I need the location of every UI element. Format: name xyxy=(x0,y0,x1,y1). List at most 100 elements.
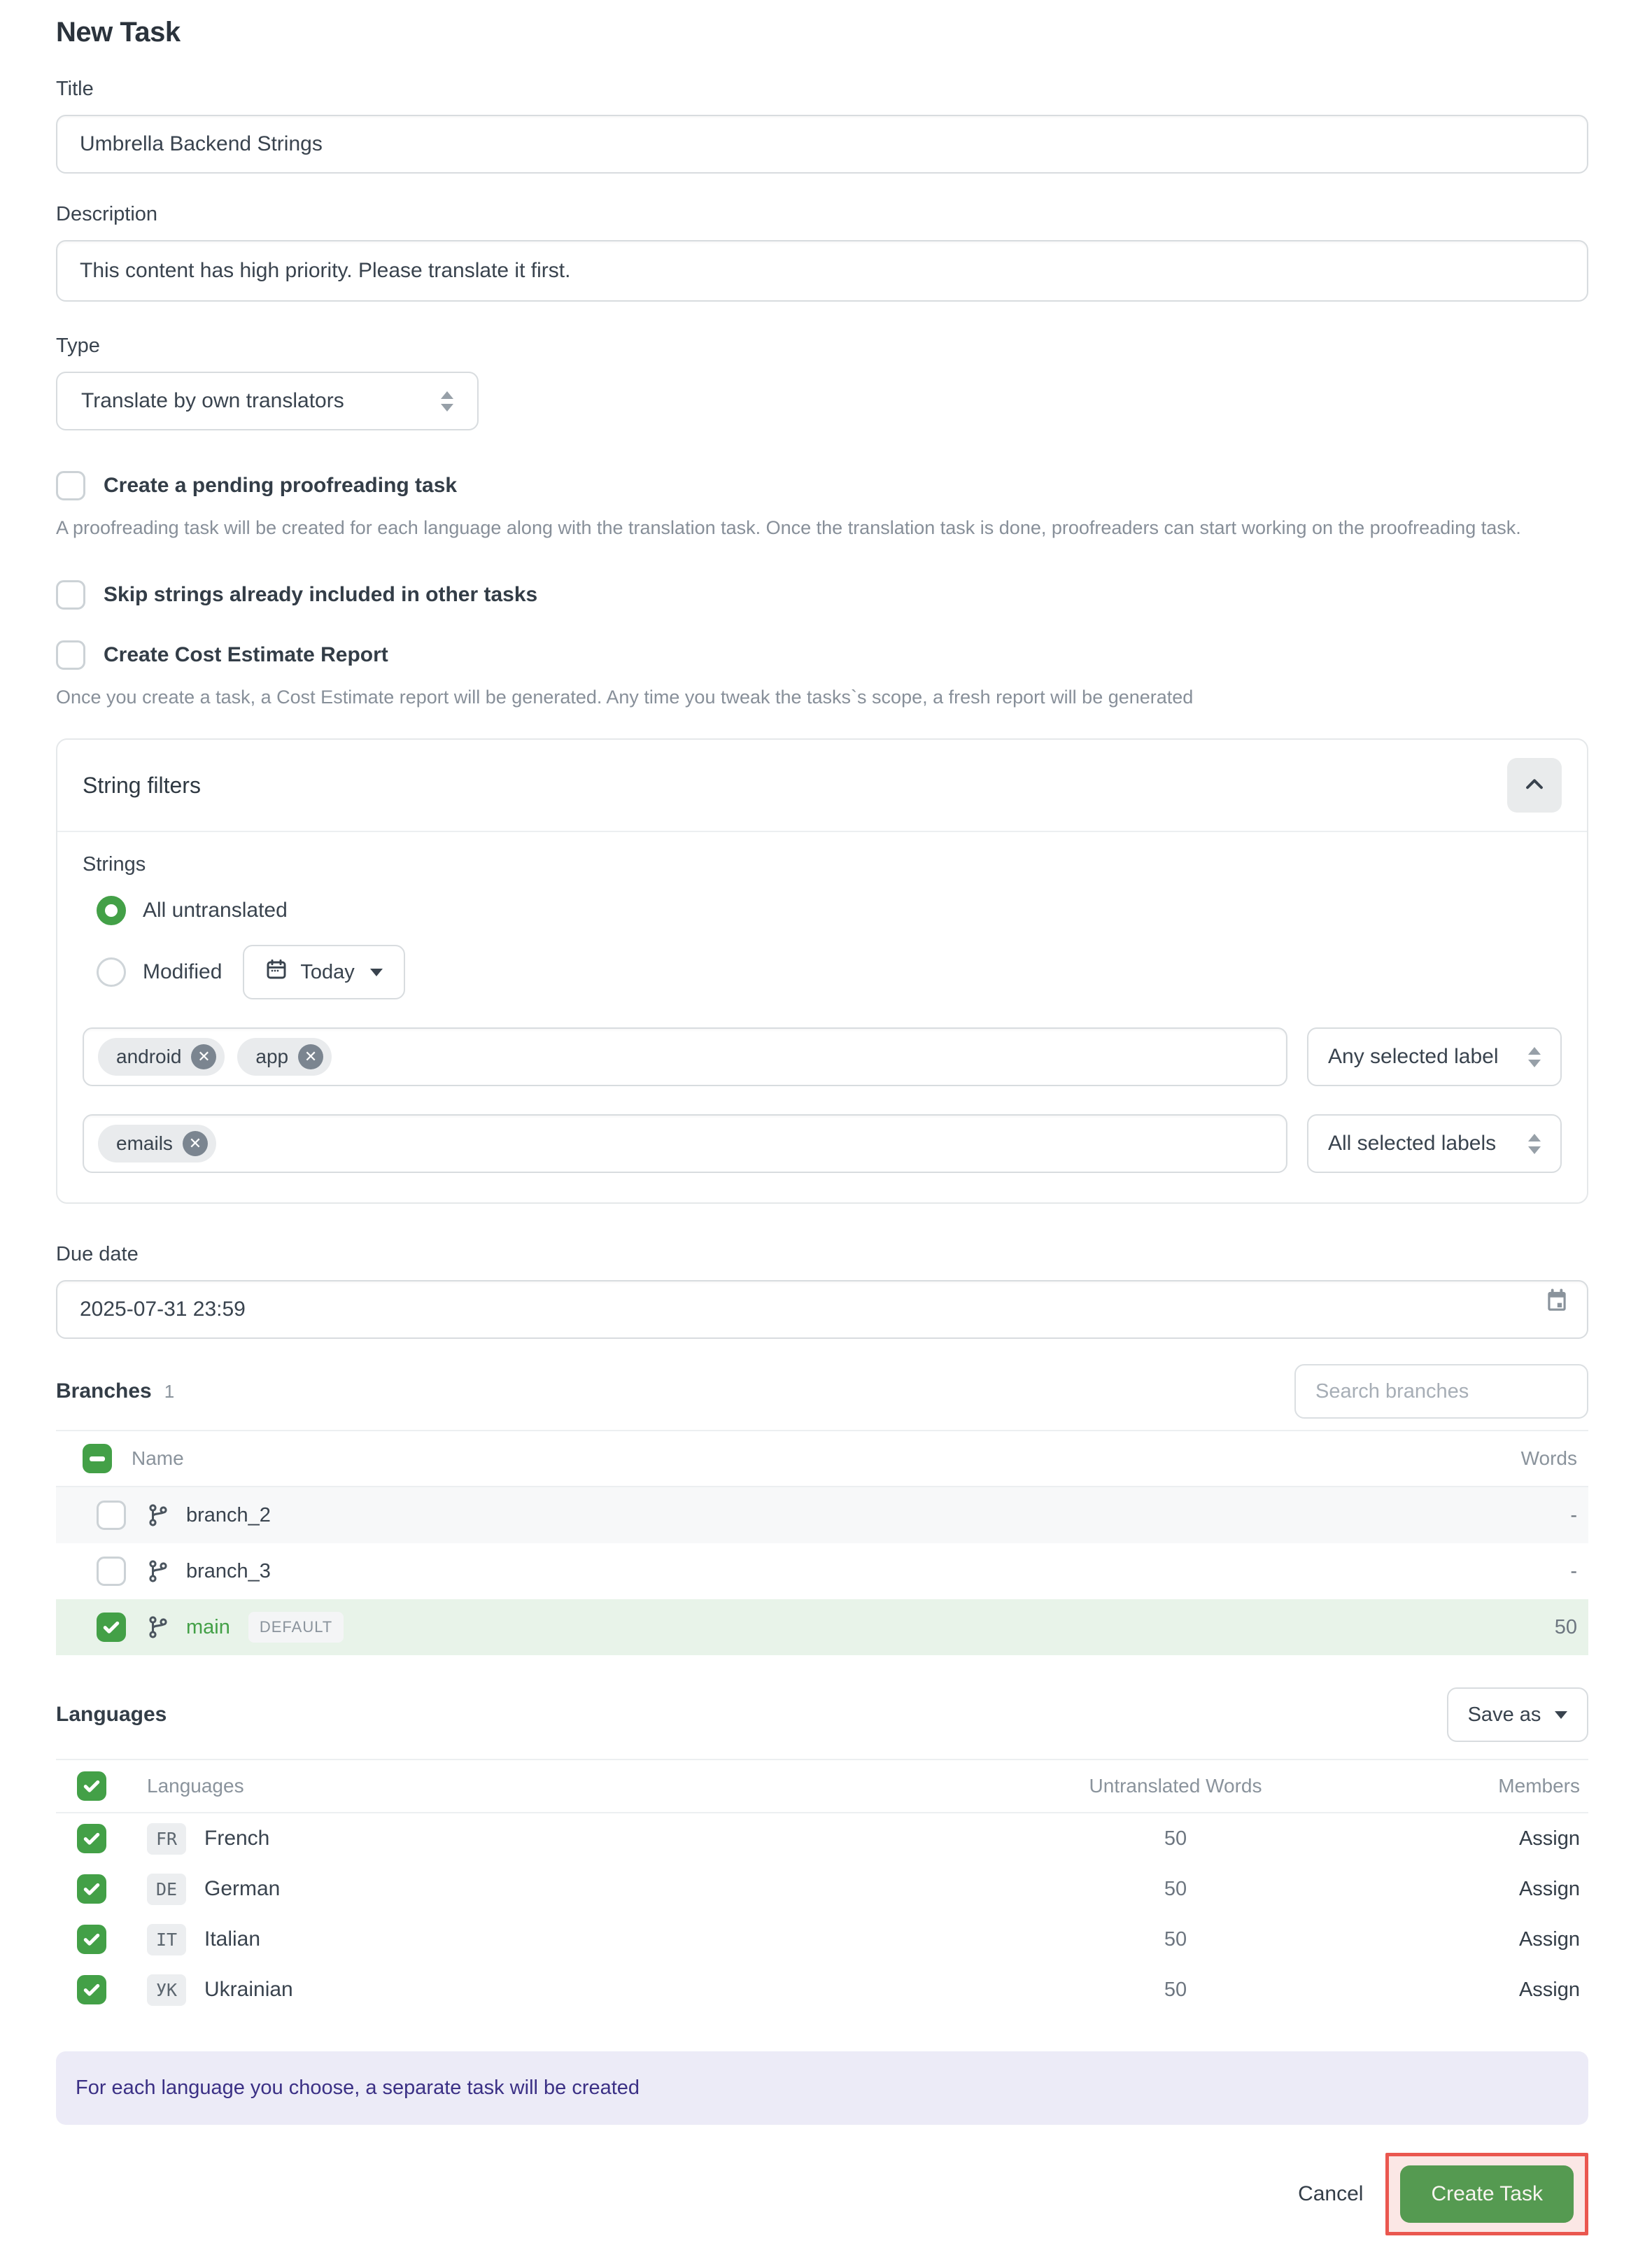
tag-label: emails xyxy=(116,1132,173,1155)
branch-name: main xyxy=(186,1616,230,1639)
branch-checkbox[interactable] xyxy=(97,1557,126,1586)
proofreading-checkbox[interactable] xyxy=(56,471,85,500)
assign-link[interactable]: Assign xyxy=(1519,1878,1580,1900)
due-date-wrap xyxy=(56,1266,1588,1339)
label-filter-input-2[interactable]: emails ✕ xyxy=(83,1114,1287,1173)
branch-row-left: branch_3 xyxy=(56,1557,1434,1586)
create-task-button[interactable]: Create Task xyxy=(1400,2165,1574,2223)
language-code-badge: УК xyxy=(147,1974,186,2006)
label-mode-select-2[interactable]: All selected labels xyxy=(1307,1114,1562,1173)
branches-search-input[interactable] xyxy=(1294,1364,1588,1419)
branches-select-all-checkbox[interactable] xyxy=(83,1444,112,1473)
calendar-icon xyxy=(265,958,288,986)
language-name: Italian xyxy=(204,1927,260,1951)
default-branch-badge: DEFAULT xyxy=(248,1612,344,1643)
description-input[interactable]: This content has high priority. Please t… xyxy=(56,240,1588,302)
languages-title: Languages xyxy=(56,1703,167,1727)
close-icon[interactable]: ✕ xyxy=(183,1131,208,1156)
branches-name-column: Name xyxy=(132,1447,184,1470)
cost-estimate-checkbox[interactable] xyxy=(56,640,85,670)
cancel-button[interactable]: Cancel xyxy=(1298,2182,1363,2206)
git-branch-icon xyxy=(146,1559,171,1584)
footer-actions: Cancel Create Task xyxy=(56,2153,1588,2235)
label-filter-row-2: emails ✕ All selected labels xyxy=(83,1114,1562,1173)
branch-name: branch_3 xyxy=(186,1560,271,1583)
assign-link[interactable]: Assign xyxy=(1519,1928,1580,1951)
language-code-badge: DE xyxy=(147,1874,186,1905)
all-untranslated-radio[interactable] xyxy=(97,896,126,925)
language-row: IT Italian 50 Assign xyxy=(56,1914,1588,1965)
all-untranslated-label: All untranslated xyxy=(143,899,288,922)
close-icon[interactable]: ✕ xyxy=(298,1044,323,1069)
branch-row: branch_3 - xyxy=(56,1543,1588,1599)
language-checkbox[interactable] xyxy=(77,1975,106,2004)
type-select-value: Translate by own translators xyxy=(81,389,344,413)
all-untranslated-radio-row: All untranslated xyxy=(97,896,1562,925)
tag-pill: emails ✕ xyxy=(98,1125,216,1162)
save-as-label: Save as xyxy=(1468,1703,1541,1727)
due-date-input[interactable] xyxy=(56,1280,1588,1339)
members-column: Members xyxy=(1371,1775,1588,1797)
modified-radio[interactable] xyxy=(97,957,126,987)
language-name: German xyxy=(204,1877,280,1901)
language-code-badge: FR xyxy=(147,1823,186,1855)
new-task-form: New Task Title Description This content … xyxy=(0,0,1652,2235)
string-filters-body: Strings All untranslated Modified Today xyxy=(57,831,1587,1202)
branch-checkbox[interactable] xyxy=(97,1501,126,1530)
collapse-panel-button[interactable] xyxy=(1507,758,1562,813)
branches-title-wrap: Branches 1 xyxy=(56,1379,174,1403)
languages-table-header: Languages Untranslated Words Members xyxy=(56,1760,1588,1813)
branch-row-left: main DEFAULT xyxy=(56,1612,1434,1643)
close-icon[interactable]: ✕ xyxy=(191,1044,216,1069)
branch-checkbox[interactable] xyxy=(97,1613,126,1642)
language-name: French xyxy=(204,1827,269,1850)
tag-pill: app ✕ xyxy=(237,1038,332,1076)
skip-strings-checkbox-label: Skip strings already included in other t… xyxy=(104,583,537,607)
language-checkbox[interactable] xyxy=(77,1874,106,1904)
assign-link[interactable]: Assign xyxy=(1519,1979,1580,2001)
language-checkbox[interactable] xyxy=(77,1824,106,1853)
title-input[interactable] xyxy=(56,115,1588,174)
branches-title: Branches xyxy=(56,1379,152,1403)
branches-words-column: Words xyxy=(1434,1447,1588,1470)
assign-link[interactable]: Assign xyxy=(1519,1827,1580,1850)
label-mode-value-1: Any selected label xyxy=(1328,1045,1499,1069)
tag-label: app xyxy=(255,1046,288,1068)
branch-row-selected: main DEFAULT 50 xyxy=(56,1599,1588,1655)
modified-date-value: Today xyxy=(300,961,354,984)
modified-date-button[interactable]: Today xyxy=(243,945,404,999)
caret-down-icon xyxy=(1555,1711,1567,1719)
save-as-button[interactable]: Save as xyxy=(1447,1687,1588,1742)
branch-row-left: branch_2 xyxy=(56,1501,1434,1530)
type-label: Type xyxy=(56,335,1588,358)
untranslated-words-column: Untranslated Words xyxy=(980,1775,1371,1797)
annotation-highlight: Create Task xyxy=(1385,2153,1588,2235)
language-checkbox[interactable] xyxy=(77,1925,106,1954)
label-filter-row-1: android ✕ app ✕ Any selected label xyxy=(83,1027,1562,1086)
language-row: DE German 50 Assign xyxy=(56,1864,1588,1914)
caret-down-icon xyxy=(370,969,383,976)
label-filter-input-1[interactable]: android ✕ app ✕ xyxy=(83,1027,1287,1086)
tag-label: android xyxy=(116,1046,181,1068)
minus-icon xyxy=(90,1456,105,1461)
chevron-up-icon xyxy=(1523,773,1546,799)
language-row-left: IT Italian xyxy=(56,1924,980,1955)
branches-table-header: Name Words xyxy=(56,1431,1588,1487)
proofreading-checkbox-label: Create a pending proofreading task xyxy=(104,474,457,498)
branches-section-head: Branches 1 xyxy=(56,1364,1588,1419)
tag-pill: android ✕ xyxy=(98,1038,225,1076)
select-caret-icon xyxy=(441,391,453,412)
label-mode-select-1[interactable]: Any selected label xyxy=(1307,1027,1562,1086)
languages-header-left: Languages xyxy=(56,1771,980,1801)
calendar-icon[interactable] xyxy=(1544,1288,1570,1318)
branches-header-left: Name xyxy=(56,1444,1434,1473)
cost-estimate-checkbox-row: Create Cost Estimate Report xyxy=(56,640,1588,670)
branch-row: branch_2 - xyxy=(56,1487,1588,1543)
skip-strings-checkbox[interactable] xyxy=(56,580,85,610)
modified-radio-row: Modified Today xyxy=(97,945,1562,999)
type-select[interactable]: Translate by own translators xyxy=(56,372,479,430)
language-words: 50 xyxy=(980,1827,1371,1850)
branches-table: Name Words branch_2 - branch_3 - xyxy=(56,1430,1588,1655)
branch-words: 50 xyxy=(1434,1616,1588,1639)
languages-select-all-checkbox[interactable] xyxy=(77,1771,106,1801)
